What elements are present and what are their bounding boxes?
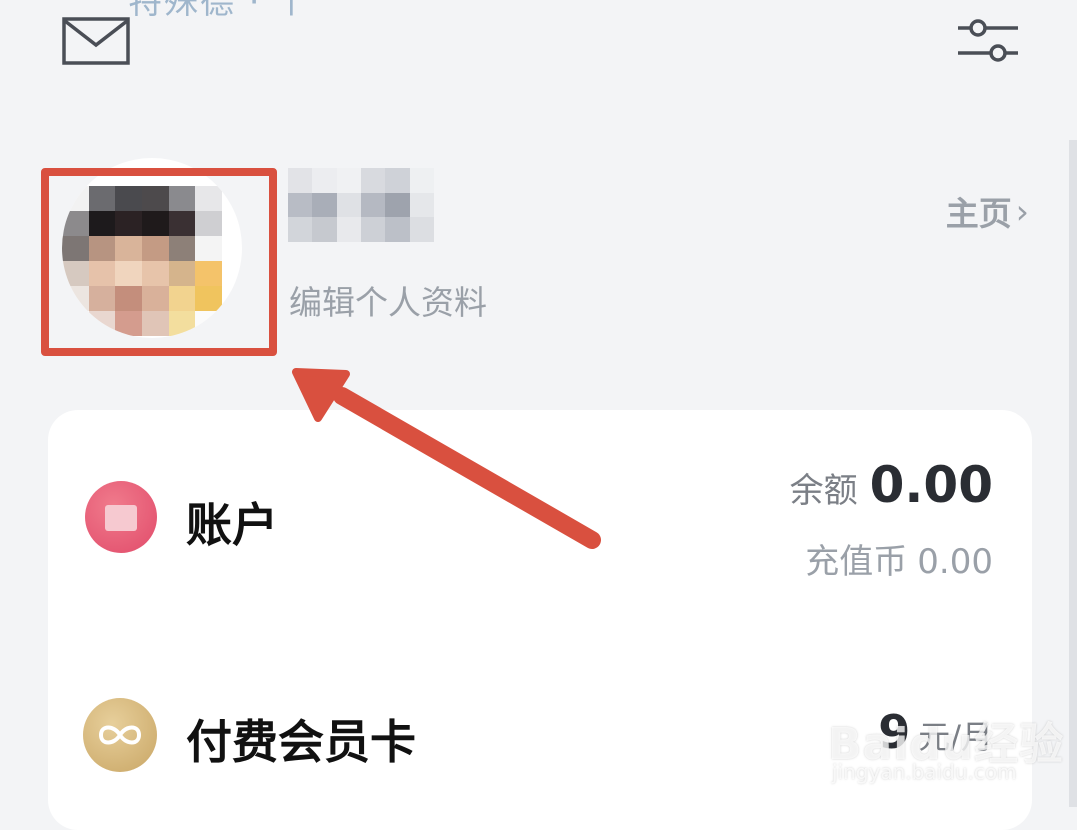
edit-profile-link[interactable]: 编辑个人资料 [289,276,487,324]
avatar-highlight-box [41,168,277,356]
homepage-link[interactable]: 主页 › [946,187,1029,235]
scrollbar[interactable] [1069,140,1077,807]
coins-value: 0.00 [917,542,993,582]
balance-row[interactable]: 余额 0.00 [790,456,993,514]
watermark-sub: jingyan.baidu.com [832,760,1017,784]
baidu-watermark: Baidu经验 jingyan.baidu.com [828,700,1063,800]
coins-label: 充值币 [805,542,908,582]
wallet-icon [85,481,157,553]
balance-label: 余额 [789,471,858,511]
vip-card-label[interactable]: 付费会员卡 [186,706,416,772]
mail-icon[interactable] [62,17,130,65]
username-blurred [288,168,434,242]
homepage-label: 主页 [945,194,1012,233]
infinity-icon [83,698,157,772]
balance-value: 0.00 [869,456,993,514]
top-partial-text: 特殊德 · 个 [128,0,311,22]
account-label[interactable]: 账户 [186,489,278,555]
filter-sliders-icon[interactable] [956,17,1018,65]
coins-row[interactable]: 充值币 0.00 [805,534,993,583]
chevron-right-icon: › [1015,191,1029,231]
